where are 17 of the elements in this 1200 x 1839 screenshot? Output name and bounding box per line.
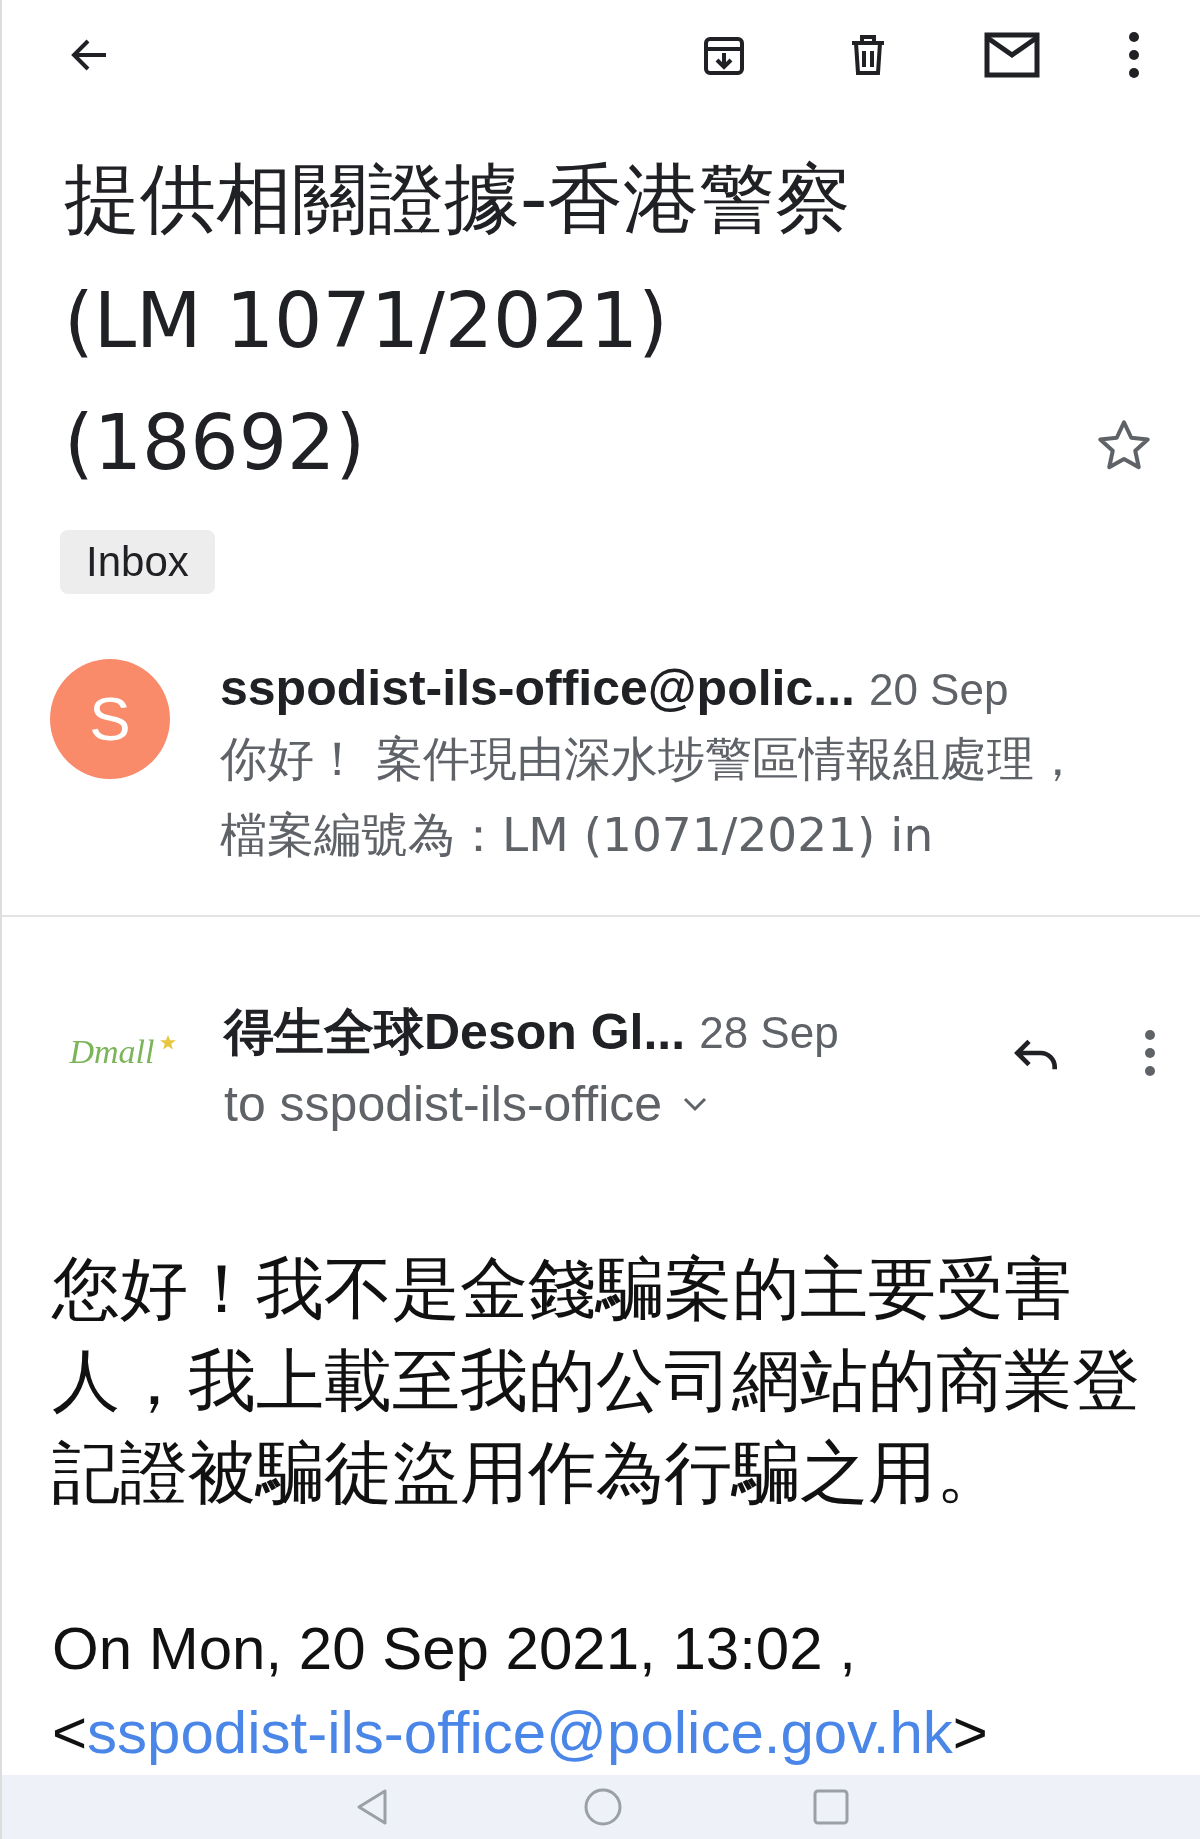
label-chip: Inbox <box>60 530 215 595</box>
message-date: 20 Sep <box>868 664 1009 715</box>
more-icon <box>1144 1028 1156 1077</box>
message-date: 28 Sep <box>699 1007 839 1058</box>
email-link[interactable]: sspodist-ils-office@police.gov.hk <box>87 1698 953 1766</box>
message-preview: 你好！ 案件現由深水埗警區情報組處理，檔案編號為：LM (1071/2021) in <box>220 729 1082 864</box>
quote-header: On Mon, 20 Sep 2021, 13:02 , <box>52 1613 857 1684</box>
chevron-down-icon <box>682 1095 709 1112</box>
quote-sender: <sspodist-ils-office@police.gov.hk> <box>52 1697 989 1768</box>
more-icon <box>1128 31 1140 80</box>
email-subject: 提供相關證據-香港警察 (LM 1071/2021) (18692) <box>64 153 853 490</box>
recipient-toggle[interactable]: to sspodist-ils-office <box>224 1074 1170 1133</box>
sender-avatar: S <box>50 658 170 779</box>
sender-name: sspodist-ils-office@polic... <box>220 658 855 717</box>
sender-logo: Dmall <box>50 1016 174 1087</box>
sender-name: 得生全球Deson Gl... <box>224 1003 686 1063</box>
message-body: 您好！我不是金錢騙案的主要受害人，我上載至我的公司網站的商業登記證被騙徒盜用作為行騙之用。 <box>52 1247 1141 1514</box>
